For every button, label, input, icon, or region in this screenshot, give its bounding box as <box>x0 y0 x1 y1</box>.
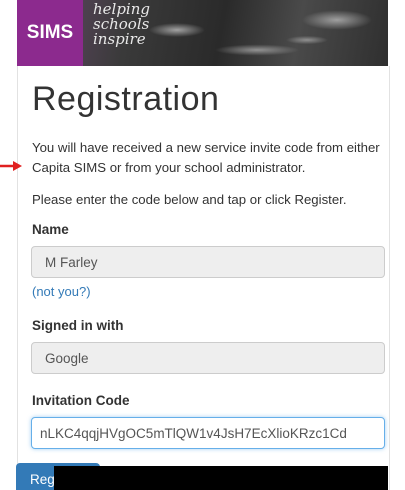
invitation-code-label: Invitation Code <box>32 393 130 408</box>
page-title: Registration <box>32 80 220 118</box>
tagline-line-3: inspire <box>93 30 146 48</box>
header-banner: SIMS helping schools inspire <box>17 0 388 66</box>
redaction-bar <box>54 466 388 490</box>
signed-in-field[interactable] <box>31 342 385 374</box>
instruction-text: Please enter the code below and tap or c… <box>32 192 347 207</box>
name-field[interactable] <box>31 246 385 278</box>
intro-text: You will have received a new service inv… <box>32 140 380 175</box>
red-arrow-icon <box>0 161 22 171</box>
name-label: Name <box>32 222 69 237</box>
tagline: helping schools inspire <box>93 2 150 47</box>
sims-logo: SIMS <box>17 0 83 66</box>
invitation-code-input[interactable] <box>31 417 385 449</box>
not-you-link[interactable]: (not you?) <box>32 284 91 299</box>
signed-in-label: Signed in with <box>32 318 124 333</box>
